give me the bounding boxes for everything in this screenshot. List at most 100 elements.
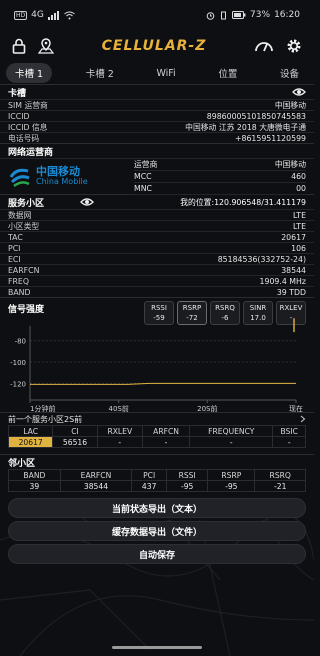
row-key: 小区类型 <box>8 221 40 231</box>
network-type: 4G <box>31 10 44 20</box>
tab-location[interactable]: 位置 <box>209 63 246 83</box>
tab-wifi[interactable]: WiFi <box>147 65 184 82</box>
serving-row: FREQ 1909.4 MHz <box>0 275 314 286</box>
serving-section-header: 服务小区 我的位置:120.906548/31.411179 <box>0 194 314 209</box>
row-value: +8615951120599 <box>234 133 306 143</box>
app-toolbar: CELLULAR-Z <box>0 30 314 62</box>
serving-row: ECI 85184536(332752-24) <box>0 253 314 264</box>
autosave-button[interactable]: 自动保存 <box>8 544 306 564</box>
eye-icon[interactable] <box>292 87 306 97</box>
row-key: 运营商 <box>134 160 158 169</box>
signal-chart: -80 -100 -120 1分钟前 40S前 20S前 现在 <box>10 318 303 413</box>
sim-section-header: 卡槽 <box>0 84 314 99</box>
prev-serving-table: LAC CI RXLEV ARFCN FREQUENCY BSIC 20617 … <box>7 425 306 448</box>
header-cell: RSRQ <box>254 469 306 481</box>
export-status-button[interactable]: 当前状态导出（文本） <box>8 498 306 518</box>
header-cell: ARFCN <box>141 425 191 437</box>
header-cell: LAC <box>7 425 54 437</box>
speedometer-icon[interactable] <box>254 39 274 53</box>
serving-row: BAND 39 TDD <box>0 286 314 297</box>
row-value: LTE <box>293 221 306 231</box>
alarm-icon <box>206 11 215 20</box>
y-tick-label: -100 <box>10 359 26 367</box>
row-key: ICCID 信息 <box>8 122 48 132</box>
logo-text-en: China Mobile <box>36 176 88 186</box>
x-tick-label: 20S前 <box>197 404 217 413</box>
x-tick-label: 40S前 <box>108 404 128 413</box>
row-key: MCC <box>134 172 152 181</box>
value-cell: -95 <box>166 480 209 492</box>
row-key: 电话号码 <box>8 133 40 143</box>
china-mobile-emblem-icon <box>9 168 30 187</box>
vibrate-icon <box>221 11 227 19</box>
value-cell: -95 <box>207 480 256 492</box>
row-key: MNC <box>134 184 153 193</box>
row-value: 00 <box>296 184 306 193</box>
signal-panel: 信号强度 RSSI -59 RSRP -72 RSRQ -6 SINR 17.0 RXL… <box>0 297 314 413</box>
serving-row: PCI 106 <box>0 242 314 253</box>
header-cell: FREQUENCY <box>189 425 274 437</box>
neighbors-section-title: 邻小区 <box>8 458 36 469</box>
row-key: EARFCN <box>8 265 40 275</box>
table-header-row: BAND EARFCN PCI RSSI RSRP RSRQ <box>8 469 306 481</box>
wifi-icon <box>64 11 75 19</box>
neighbors-table: BAND EARFCN PCI RSSI RSRP RSRQ 39 38544 … <box>8 469 306 492</box>
value-cell: - <box>96 436 143 448</box>
row-key: FREQ <box>8 276 29 286</box>
clock: 16:20 <box>274 10 300 20</box>
neighbors-section-header: 邻小区 <box>0 454 314 469</box>
y-tick-label: -120 <box>10 380 26 388</box>
serving-section-title: 服务小区 <box>8 198 45 209</box>
china-mobile-logo: 中国移动 China Mobile <box>8 159 134 194</box>
value-cell: 437 <box>131 480 168 492</box>
operator-section-title: 网络运营商 <box>8 147 54 158</box>
hd-badge: HD <box>14 10 28 20</box>
gesture-bar <box>0 638 314 656</box>
row-value: 89860005101850745583 <box>206 111 306 121</box>
value-cell: - <box>141 436 191 448</box>
header-cell: RSRP <box>207 469 256 481</box>
x-tick-label: 1分钟前 <box>30 404 55 413</box>
value-cell: - <box>272 436 306 448</box>
row-value: 85184536(332752-24) <box>217 254 306 264</box>
map-pin-icon[interactable] <box>38 38 54 54</box>
header-cell: PCI <box>131 469 168 481</box>
prev-serving-header: 前一个服务小区2S前 <box>0 412 314 425</box>
row-value: 460 <box>291 172 306 181</box>
serving-row: TAC 20617 <box>0 231 314 242</box>
row-value: 1909.4 MHz <box>259 276 306 286</box>
serving-row: EARFCN 38544 <box>0 264 314 275</box>
row-value: 中国移动 <box>274 100 306 110</box>
header-cell: BAND <box>8 469 61 481</box>
status-bar: HD 4G 73% 16:20 <box>0 0 314 30</box>
export-cache-button[interactable]: 缓存数据导出（文件） <box>8 521 306 541</box>
row-key: ECI <box>8 254 21 264</box>
battery-level: 73% <box>250 10 271 20</box>
tab-slot-2[interactable]: 卡槽 2 <box>77 63 123 83</box>
eye-icon[interactable] <box>80 197 94 207</box>
row-key: 数据网 <box>8 210 32 220</box>
value-cell: -21 <box>254 480 306 492</box>
gear-icon[interactable] <box>286 38 302 54</box>
lock-icon[interactable] <box>12 38 26 54</box>
serving-row: 小区类型 LTE <box>0 220 314 231</box>
home-indicator[interactable] <box>112 645 202 649</box>
operator-row: MNC 00 <box>134 183 306 195</box>
tab-device[interactable]: 设备 <box>271 63 308 83</box>
operator-row: MCC 460 <box>134 171 306 183</box>
row-key: ICCID <box>8 111 30 121</box>
signal-bars-icon <box>47 10 59 20</box>
value-cell: - <box>189 436 274 448</box>
y-tick-label: -80 <box>15 338 26 346</box>
row-value: LTE <box>293 210 306 220</box>
header-cell: RXLEV <box>96 425 143 437</box>
chevron-right-icon[interactable] <box>300 415 306 423</box>
sim-section-title: 卡槽 <box>8 88 27 99</box>
value-cell: 38544 <box>59 480 133 492</box>
row-value: 39 TDD <box>276 287 306 297</box>
row-key: SIM 运营商 <box>8 100 48 110</box>
value-cell: 56516 <box>52 436 98 448</box>
sim-row: ICCID 89860005101850745583 <box>0 110 314 121</box>
tab-slot-1[interactable]: 卡槽 1 <box>6 63 53 83</box>
operator-section-header: 网络运营商 <box>0 143 314 158</box>
